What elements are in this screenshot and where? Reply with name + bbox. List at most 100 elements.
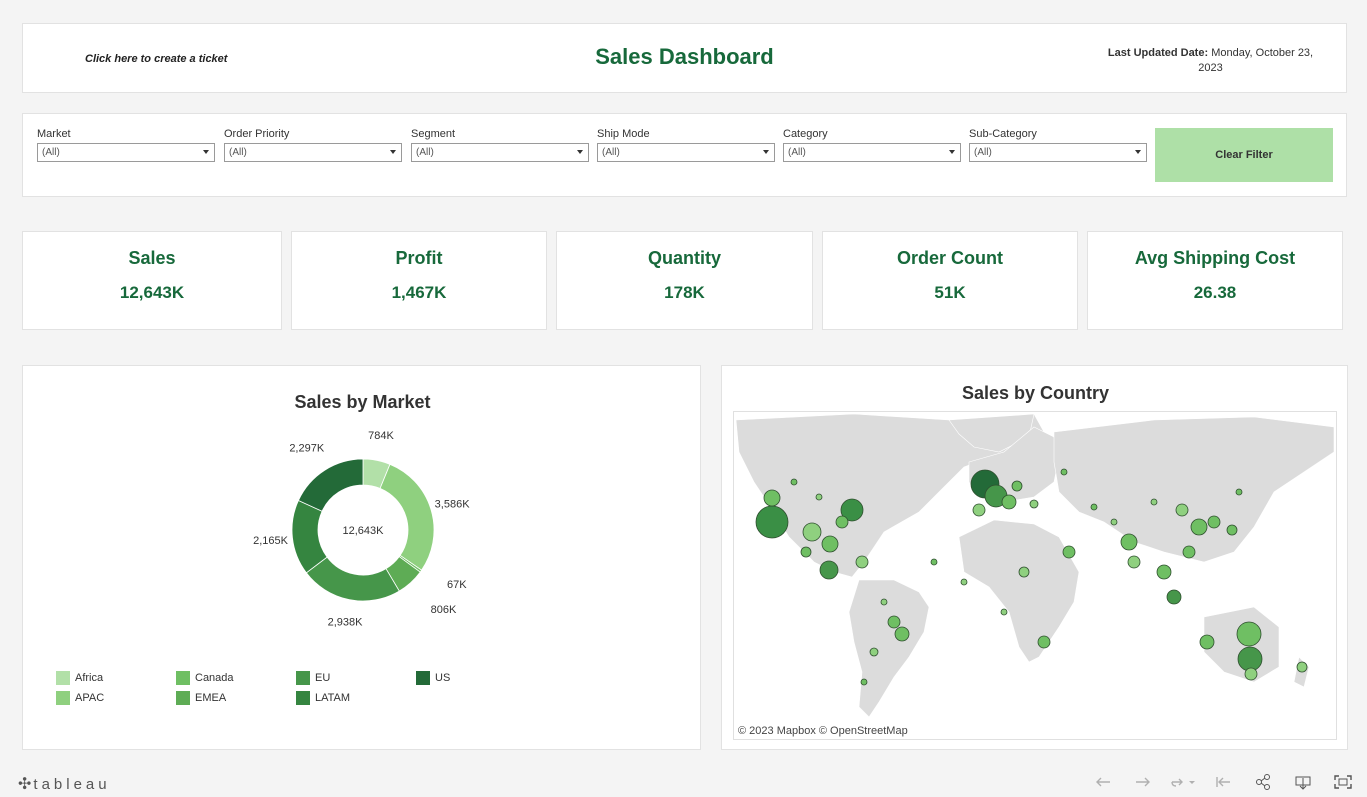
south-america-land [848, 579, 930, 718]
kpi-title: Order Count [897, 248, 1003, 268]
redo-icon[interactable] [1129, 772, 1157, 792]
donut-center-total: 12,643K [343, 525, 385, 537]
kpi-card-sales: Sales 12,643K [22, 231, 282, 330]
legend-item-africa[interactable]: Africa [56, 671, 103, 685]
dropdown-arrow-icon [390, 150, 396, 154]
legend-item-latam[interactable]: LATAM [296, 691, 350, 705]
market-dropdown[interactable]: (All) [37, 143, 215, 162]
country-bubble [1244, 667, 1258, 681]
tableau-logo[interactable]: ✣ tableau [18, 774, 111, 794]
country-bubble [802, 522, 822, 542]
legend-label: APAC [75, 692, 105, 704]
kpi-card-order-count: Order Count 51K [822, 231, 1078, 330]
kpi-value: 12,643K [119, 283, 185, 302]
country-bubble [1127, 555, 1141, 569]
slice-eu[interactable] [305, 556, 400, 602]
slice-label-africa: 784K [368, 430, 394, 442]
country-bubble [855, 555, 869, 569]
country-bubble [1175, 503, 1189, 517]
ship-mode-dropdown[interactable]: (All) [597, 143, 775, 162]
reset-icon[interactable] [1209, 772, 1237, 792]
kpi-title: Sales [128, 248, 176, 268]
map-attribution[interactable]: © 2023 Mapbox © OpenStreetMap [738, 725, 908, 737]
download-icon[interactable] [1289, 772, 1317, 792]
fullscreen-icon[interactable] [1329, 772, 1357, 792]
country-bubble [1150, 498, 1158, 506]
country-bubble [860, 678, 868, 686]
country-bubble [869, 647, 879, 657]
legend-item-emea[interactable]: EMEA [176, 691, 226, 705]
order-priority-dropdown[interactable]: (All) [224, 143, 402, 162]
legend-item-eu[interactable]: EU [296, 671, 330, 685]
filter-label: Order Priority [224, 128, 290, 140]
kpi-card-quantity: Quantity 178K [556, 231, 813, 330]
country-bubble [835, 515, 849, 529]
legend-swatch [176, 691, 190, 705]
tableau-logo-icon: ✣ [18, 776, 32, 793]
country-bubble [1182, 545, 1196, 559]
revert-icon[interactable] [1169, 772, 1197, 792]
filter-segment: Segment (All) [411, 128, 589, 162]
country-bubble [1037, 635, 1051, 649]
country-bubble [821, 535, 839, 553]
country-bubble [1296, 661, 1308, 673]
filter-order-priority: Order Priority (All) [224, 128, 402, 162]
country-bubble [1120, 533, 1138, 551]
kpi-title: Profit [395, 248, 443, 268]
clear-filter-button[interactable]: Clear Filter [1155, 128, 1333, 182]
dropdown-arrow-icon [577, 150, 583, 154]
country-bubble [1207, 515, 1221, 529]
country-bubble [930, 558, 938, 566]
world-map-canvas [735, 413, 1335, 718]
country-bubble [1156, 564, 1172, 580]
last-updated-value: Monday, October 23, 2023 [1198, 47, 1314, 74]
kpi-value: 26.38 [1193, 283, 1237, 302]
legend-label: US [435, 672, 451, 684]
share-icon[interactable] [1249, 772, 1277, 792]
dropdown-value: (All) [42, 147, 60, 158]
filter-label: Ship Mode [597, 128, 650, 140]
filter-market: Market (All) [37, 128, 215, 162]
legend-swatch [296, 691, 310, 705]
sales-by-market-panel: Sales by Market 784K 3,586K 67K 806K 2,938K 2… [22, 365, 701, 750]
world-map[interactable]: © 2023 Mapbox © OpenStreetMap [733, 411, 1337, 740]
sub-category-dropdown[interactable]: (All) [969, 143, 1147, 162]
slice-label-canada: 67K [447, 579, 467, 591]
country-bubble [800, 546, 812, 558]
undo-icon[interactable] [1089, 772, 1117, 792]
country-bubble [1060, 468, 1068, 476]
dropdown-value: (All) [788, 147, 806, 158]
legend-swatch [296, 671, 310, 685]
country-bubble [1235, 488, 1243, 496]
dropdown-value: (All) [229, 147, 247, 158]
slice-apac[interactable] [379, 463, 435, 571]
legend-label: LATAM [315, 692, 351, 704]
country-bubble [1011, 480, 1023, 492]
slice-us[interactable] [297, 458, 364, 512]
dropdown-arrow-icon [763, 150, 769, 154]
category-dropdown[interactable]: (All) [783, 143, 961, 162]
country-bubble [1029, 499, 1039, 509]
country-bubble [763, 489, 781, 507]
legend-item-apac[interactable]: APAC [56, 691, 104, 705]
filter-sub-category: Sub-Category (All) [969, 128, 1147, 162]
country-bubble [972, 503, 986, 517]
legend-item-us[interactable]: US [416, 671, 450, 685]
dropdown-value: (All) [602, 147, 620, 158]
country-bubble [815, 493, 823, 501]
filter-ship-mode: Ship Mode (All) [597, 128, 775, 162]
legend-item-canada[interactable]: Canada [176, 671, 234, 685]
kpi-title: Avg Shipping Cost [1134, 248, 1296, 268]
slice-label-eu: 2,938K [328, 616, 364, 628]
legend-swatch [416, 671, 430, 685]
country-bubble [1090, 503, 1098, 511]
last-updated-label: Last Updated Date: [1107, 47, 1209, 59]
legend-label: EMEA [195, 692, 227, 704]
dropdown-arrow-icon [949, 150, 955, 154]
kpi-card-profit: Profit 1,467K [291, 231, 547, 330]
segment-dropdown[interactable]: (All) [411, 143, 589, 162]
australia-land [1203, 606, 1280, 683]
filter-label: Market [37, 128, 71, 140]
slice-label-us: 2,297K [289, 443, 325, 455]
country-bubble [1001, 494, 1017, 510]
